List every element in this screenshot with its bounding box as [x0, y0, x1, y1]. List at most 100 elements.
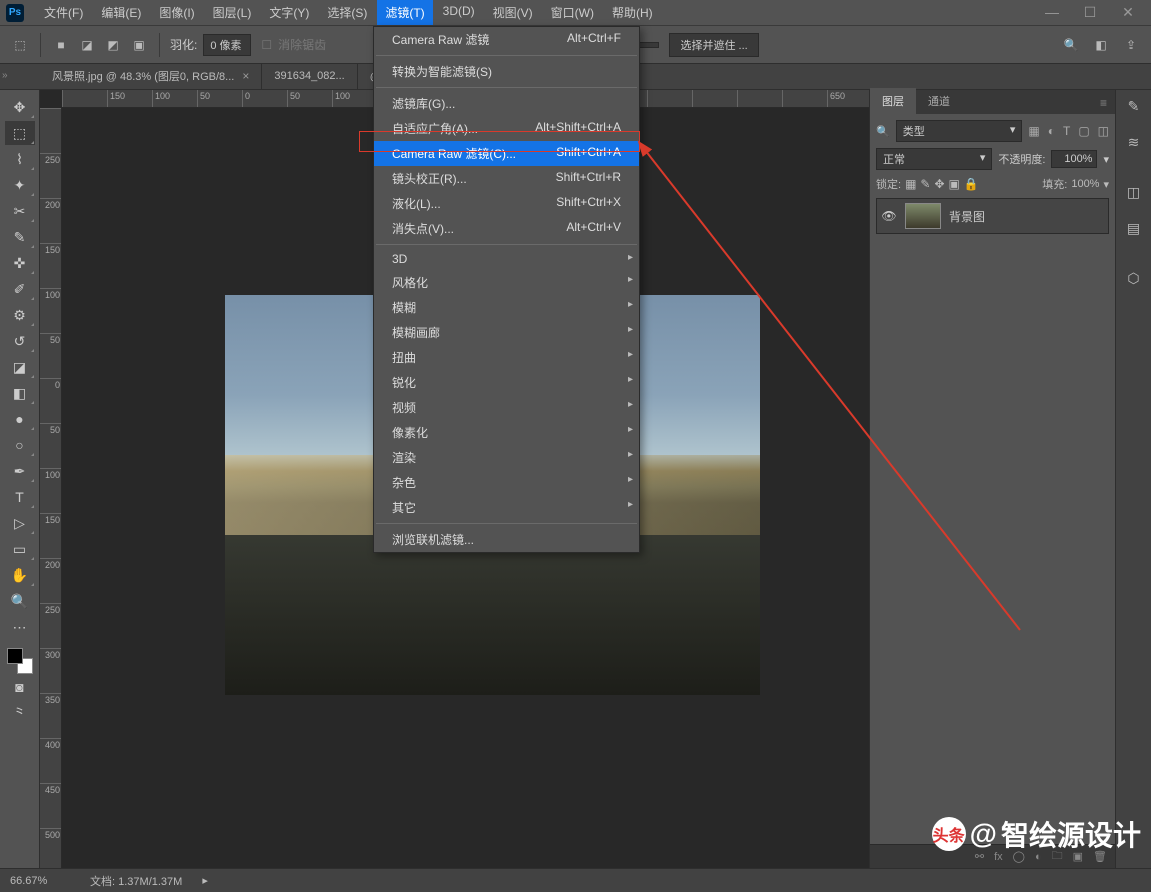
swatches-panel-icon[interactable]: ≋	[1122, 130, 1146, 154]
lock-all-icon[interactable]: 🔒	[964, 177, 979, 191]
filter-shape-icon[interactable]: ▢	[1078, 124, 1089, 138]
menu-item[interactable]: 自适应广角(A)...Alt+Shift+Ctrl+A	[374, 116, 639, 141]
blur-tool[interactable]: ●	[5, 407, 35, 431]
pen-tool[interactable]: ✒	[5, 459, 35, 483]
expand-handle-icon[interactable]: »	[2, 70, 8, 81]
filter-pixel-icon[interactable]: ▦	[1028, 124, 1039, 138]
visibility-toggle-icon[interactable]: 👁	[881, 209, 897, 223]
quick-mask-toggle[interactable]: ◙	[5, 675, 35, 699]
document-tab[interactable]: 391634_082...	[262, 63, 357, 89]
menu-选择[interactable]: 选择(S)	[319, 0, 375, 25]
filter-adjust-icon[interactable]: ◐	[1048, 124, 1055, 138]
layer-thumbnail[interactable]	[905, 203, 941, 229]
selection-new-icon[interactable]: ■	[51, 35, 71, 55]
brushes-panel-icon[interactable]: ✎	[1122, 94, 1146, 118]
marquee-tool[interactable]: ⬚	[5, 121, 35, 145]
workspace-icon[interactable]: ◧	[1091, 35, 1111, 55]
menu-编辑[interactable]: 编辑(E)	[93, 0, 149, 25]
stamp-tool[interactable]: ⚙	[5, 303, 35, 327]
menu-item[interactable]: 渲染	[374, 445, 639, 470]
3d-panel-icon[interactable]: ⬡	[1122, 266, 1146, 290]
character-panel-icon[interactable]: ▤	[1122, 216, 1146, 240]
menu-item[interactable]: 镜头校正(R)...Shift+Ctrl+R	[374, 166, 639, 191]
selection-sub-icon[interactable]: ◩	[103, 35, 123, 55]
menu-item[interactable]: 视频	[374, 395, 639, 420]
menu-item[interactable]: 3D	[374, 248, 639, 270]
selection-add-icon[interactable]: ◪	[77, 35, 97, 55]
tab-channels[interactable]: 通道	[916, 88, 962, 114]
filter-smart-icon[interactable]: ◫	[1098, 124, 1109, 138]
panel-menu-icon[interactable]: ≡	[1092, 92, 1115, 114]
menu-item[interactable]: 像素化	[374, 420, 639, 445]
zoom-tool[interactable]: 🔍	[5, 589, 35, 613]
search-icon[interactable]: 🔍	[1061, 35, 1081, 55]
gradient-tool[interactable]: ◧	[5, 381, 35, 405]
menu-item[interactable]: 模糊	[374, 295, 639, 320]
menu-窗口[interactable]: 窗口(W)	[543, 0, 602, 25]
zoom-level[interactable]: 66.67%	[10, 875, 70, 887]
tab-layers[interactable]: 图层	[870, 88, 916, 114]
screen-mode-toggle[interactable]: ⺀	[5, 701, 35, 725]
opacity-input[interactable]: 100%	[1051, 150, 1097, 168]
hand-tool[interactable]: ✋	[5, 563, 35, 587]
menu-文字[interactable]: 文字(Y)	[261, 0, 317, 25]
selection-intersect-icon[interactable]: ▣	[129, 35, 149, 55]
path-select-tool[interactable]: ▷	[5, 511, 35, 535]
lock-artboard-icon[interactable]: ▣	[949, 177, 960, 191]
menu-item[interactable]: 模糊画廊	[374, 320, 639, 345]
paragraph-panel-icon[interactable]: ◫	[1122, 180, 1146, 204]
antialias-checkbox[interactable]: ☐	[261, 38, 272, 52]
select-and-mask-button[interactable]: 选择并遮住 ...	[669, 33, 758, 57]
menu-item[interactable]: 消失点(V)...Alt+Ctrl+V	[374, 216, 639, 241]
healing-tool[interactable]: ✜	[5, 251, 35, 275]
move-tool[interactable]: ✥	[5, 95, 35, 119]
menu-item[interactable]: Camera Raw 滤镜Alt+Ctrl+F	[374, 27, 639, 52]
tool-preset-icon[interactable]: ⬚	[10, 35, 30, 55]
dodge-tool[interactable]: ○	[5, 433, 35, 457]
lock-position-icon[interactable]: ✥	[934, 177, 944, 191]
menu-item[interactable]: 滤镜库(G)...	[374, 91, 639, 116]
history-brush-tool[interactable]: ↺	[5, 329, 35, 353]
filter-type-select[interactable]: 类型▾	[896, 120, 1023, 142]
status-arrow-icon[interactable]: ▸	[202, 874, 208, 887]
minimize-button[interactable]: —	[1043, 4, 1061, 21]
quick-select-tool[interactable]: ✦	[5, 173, 35, 197]
menu-item[interactable]: 浏览联机滤镜...	[374, 527, 639, 552]
shape-tool[interactable]: ▭	[5, 537, 35, 561]
eyedropper-tool[interactable]: ✎	[5, 225, 35, 249]
menu-item[interactable]: 其它	[374, 495, 639, 520]
brush-tool[interactable]: ✐	[5, 277, 35, 301]
menu-item[interactable]: 扭曲	[374, 345, 639, 370]
menu-item[interactable]: 锐化	[374, 370, 639, 395]
color-swatch[interactable]	[7, 648, 33, 674]
menu-item[interactable]: 液化(L)...Shift+Ctrl+X	[374, 191, 639, 216]
menu-图像[interactable]: 图像(I)	[151, 0, 202, 25]
filter-type-icon[interactable]: T	[1063, 124, 1070, 138]
fill-input[interactable]: 100%	[1071, 178, 1099, 190]
menu-图层[interactable]: 图层(L)	[205, 0, 260, 25]
type-tool[interactable]: T	[5, 485, 35, 509]
maximize-button[interactable]: ☐	[1081, 4, 1099, 21]
layer-item[interactable]: 👁 背景图	[876, 198, 1109, 234]
lasso-tool[interactable]: ⌇	[5, 147, 35, 171]
chevron-down-icon[interactable]: ▾	[1103, 153, 1109, 166]
close-button[interactable]: ✕	[1119, 4, 1137, 21]
filter-search-icon[interactable]: 🔍	[876, 125, 890, 138]
menu-视图[interactable]: 视图(V)	[485, 0, 541, 25]
eraser-tool[interactable]: ◪	[5, 355, 35, 379]
tab-close-icon[interactable]: ×	[242, 69, 249, 83]
menu-文件[interactable]: 文件(F)	[36, 0, 91, 25]
menu-item[interactable]: 风格化	[374, 270, 639, 295]
blend-mode-select[interactable]: 正常▾	[876, 148, 992, 170]
document-tab[interactable]: 风景照.jpg @ 48.3% (图层0, RGB/8...×	[40, 63, 262, 89]
menu-帮助[interactable]: 帮助(H)	[604, 0, 661, 25]
menu-3d[interactable]: 3D(D)	[435, 0, 483, 25]
more-tools[interactable]: ⋯	[5, 615, 35, 639]
menu-item[interactable]: 转换为智能滤镜(S)	[374, 59, 639, 84]
menu-item[interactable]: Camera Raw 滤镜(C)...Shift+Ctrl+A	[374, 141, 639, 166]
menu-滤镜[interactable]: 滤镜(T)	[377, 0, 432, 25]
lock-brush-icon[interactable]: ✎	[920, 177, 930, 191]
layer-name[interactable]: 背景图	[949, 208, 985, 225]
feather-input[interactable]: 0 像素	[203, 34, 251, 56]
menu-item[interactable]: 杂色	[374, 470, 639, 495]
